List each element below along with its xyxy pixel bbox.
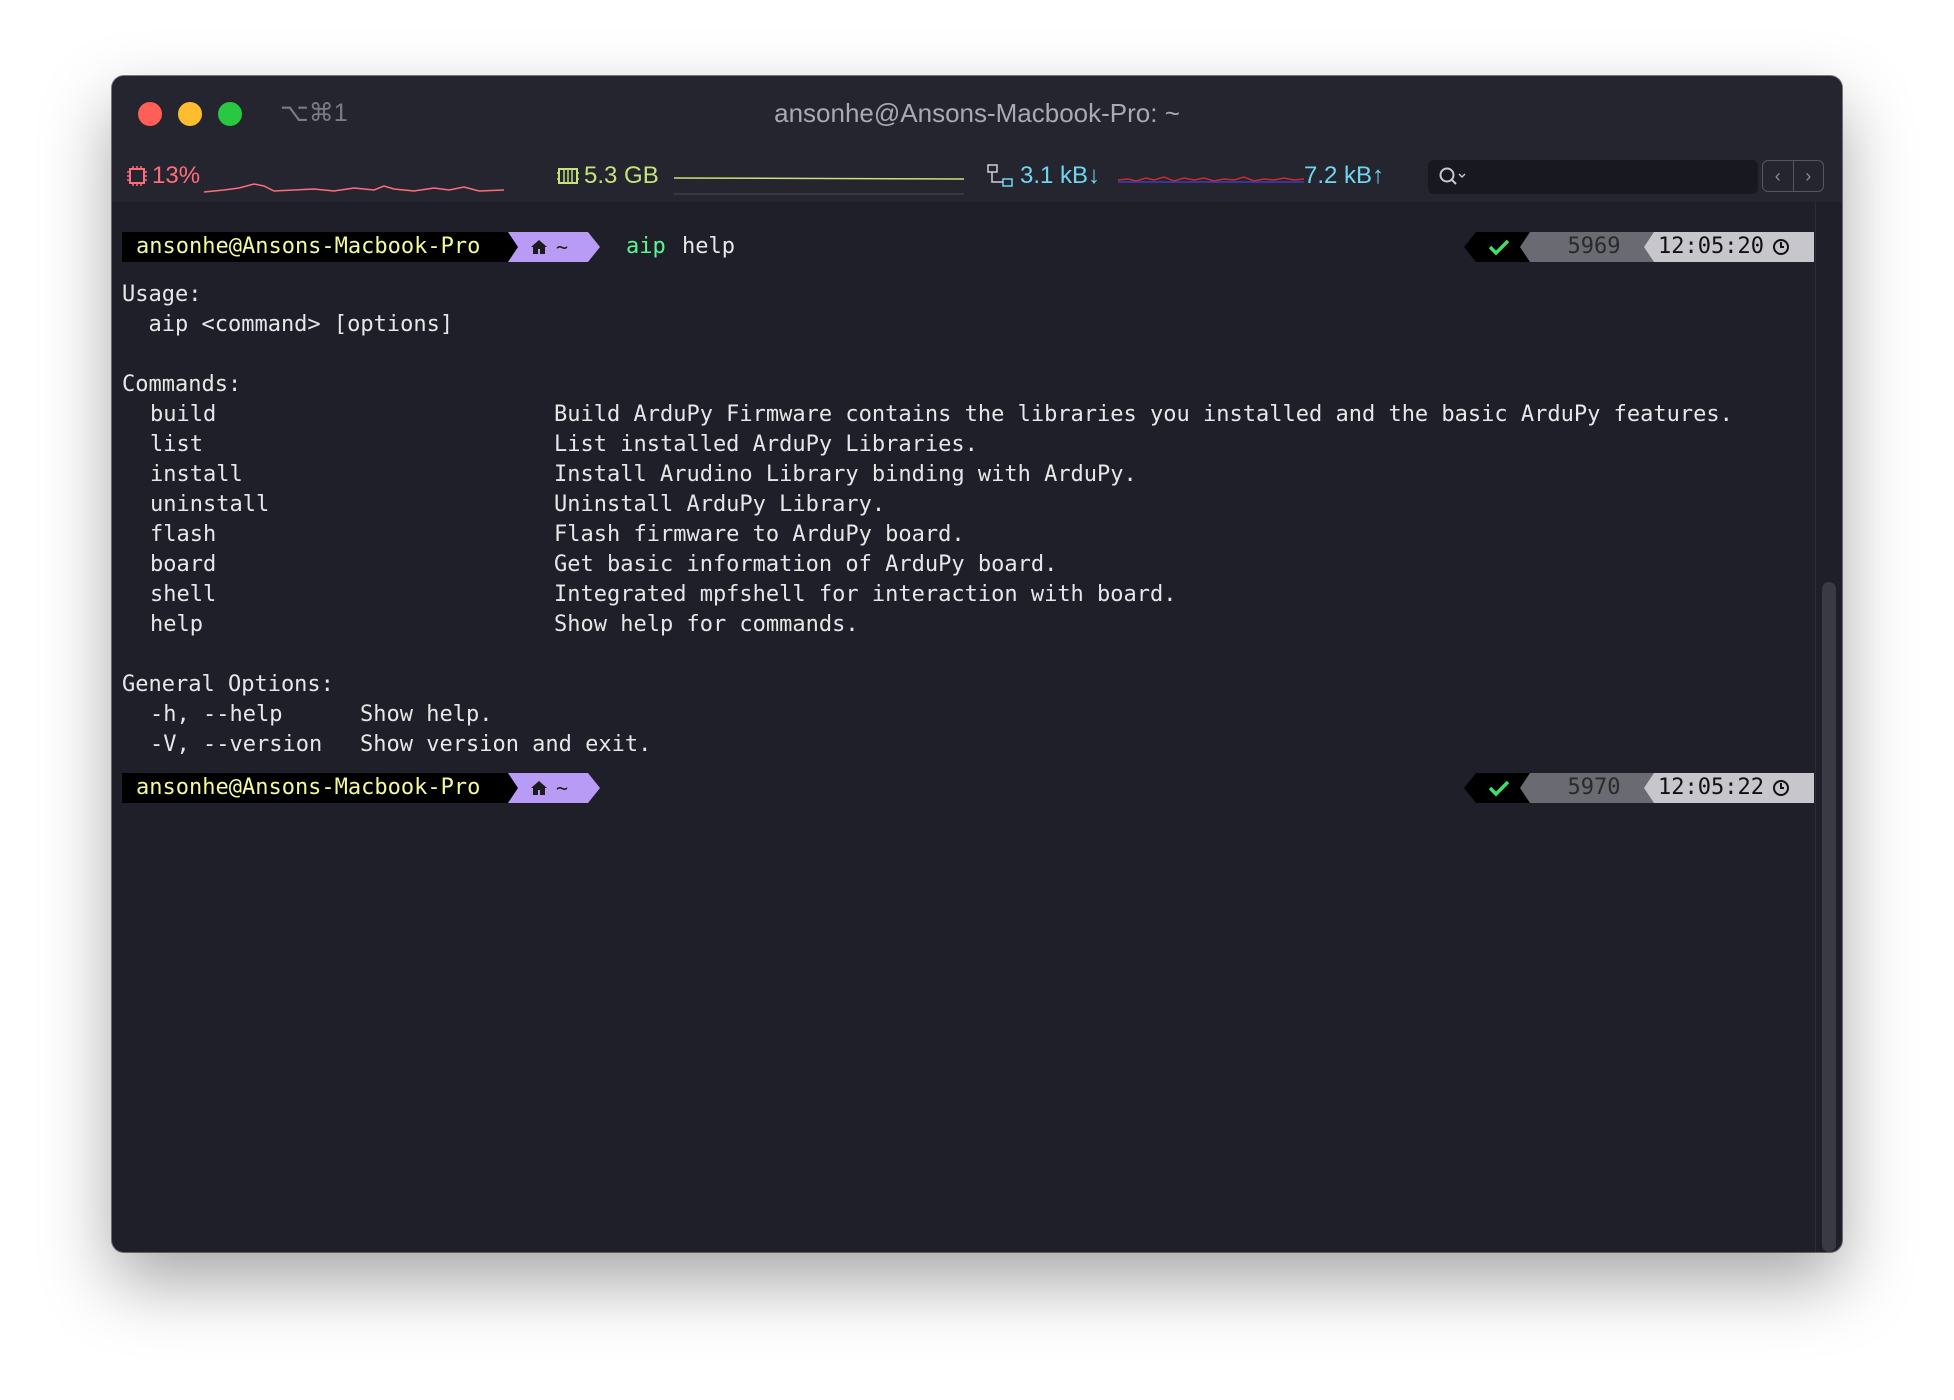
terminal-window: ⌥⌘1 ansonhe@Ansons-Macbook-Pro: ~ 13% 5.…: [112, 76, 1842, 1252]
find-nav-buttons: ‹ ›: [1762, 160, 1824, 192]
net-up-value: 7.2 kB↑: [1304, 162, 1385, 189]
history-number: 5970: [1567, 775, 1621, 800]
memory-graph: [674, 177, 964, 195]
usage-line: aip <command> [options]: [122, 312, 454, 337]
command-board-name: board: [150, 552, 217, 577]
prompt-line: ansonhe@Ansons-Macbook-Pro ~ aip help 59…: [122, 232, 1814, 262]
command-argument: help: [682, 234, 735, 259]
command-flash-name: flash: [150, 522, 217, 547]
command-install-name: install: [150, 462, 243, 487]
prompt-user: ansonhe@Ansons-Macbook-Pro: [122, 773, 510, 803]
options-header: General Options:: [122, 672, 334, 697]
prompt-dir-text: ~: [556, 776, 569, 800]
prompt-line: ansonhe@Ansons-Macbook-Pro ~ 5970 12:05:…: [122, 773, 1814, 803]
find-next-button[interactable]: ›: [1792, 161, 1824, 191]
prompt-time-text: 12:05:22: [1658, 775, 1764, 800]
cpu-status: 13%: [126, 162, 200, 190]
clock-icon: [1772, 239, 1789, 255]
cpu-chip-icon: [127, 166, 147, 186]
right-prompt: 5970 12:05:22: [1464, 773, 1814, 803]
command-list-desc: List installed ArduPy Libraries.: [554, 432, 978, 457]
option-help-name: -h, --help: [150, 702, 283, 727]
command-build-name: build: [150, 402, 217, 427]
prompt-time-text: 12:05:20: [1658, 234, 1764, 259]
network-icon: [987, 164, 1013, 187]
memory-value: 5.3 GB: [584, 162, 659, 189]
title-bar: ⌥⌘1 ansonhe@Ansons-Macbook-Pro: ~: [112, 76, 1842, 152]
network-graph: [1118, 176, 1304, 183]
command-shell-name: shell: [150, 582, 217, 607]
home-icon: [531, 781, 547, 795]
option-version-desc: Show version and exit.: [360, 732, 652, 757]
scroll-track: [1815, 202, 1816, 1252]
command-uninstall-desc: Uninstall ArduPy Library.: [554, 492, 886, 517]
history-number: 5969: [1567, 234, 1621, 259]
success-check-icon: [1488, 232, 1510, 262]
prompt-dir: ~: [530, 773, 568, 803]
prompt-time: 12:05:20: [1646, 232, 1790, 262]
memory-status: 5.3 GB: [556, 162, 659, 190]
find-previous-button[interactable]: ‹: [1763, 161, 1793, 191]
cpu-value: 13%: [152, 162, 201, 189]
window-title: ansonhe@Ansons-Macbook-Pro: ~: [774, 98, 1180, 128]
clock-icon: [1772, 780, 1789, 796]
prompt-time: 12:05:22: [1646, 773, 1790, 803]
usage-header: Usage:: [122, 282, 202, 307]
home-icon: [531, 240, 547, 254]
success-check-icon: [1488, 773, 1510, 803]
command-help-name: help: [150, 612, 203, 637]
command-shell-desc: Integrated mpfshell for interaction with…: [554, 582, 1177, 607]
terminal-output[interactable]: ansonhe@Ansons-Macbook-Pro ~ aip help 59…: [122, 202, 1814, 1252]
search-field[interactable]: [1428, 160, 1758, 194]
option-version-name: -V, --version: [150, 732, 323, 757]
memory-icon: [557, 168, 579, 184]
right-prompt: 5969 12:05:20: [1464, 232, 1814, 262]
command-board-desc: Get basic information of ArduPy board.: [554, 552, 1058, 577]
network-down-status: 3.1 kB↓: [986, 162, 1100, 190]
prompt-user: ansonhe@Ansons-Macbook-Pro: [122, 232, 510, 262]
command-flash-desc: Flash firmware to ArduPy board.: [554, 522, 965, 547]
net-down-value: 3.1 kB↓: [1020, 162, 1101, 189]
command-install-desc: Install Arudino Library binding with Ard…: [554, 462, 1137, 487]
prompt-dir: ~: [530, 232, 568, 262]
command-list-name: list: [150, 432, 203, 457]
option-help-desc: Show help.: [360, 702, 493, 727]
command-help-desc: Show help for commands.: [554, 612, 859, 637]
command-name: aip: [626, 234, 666, 259]
commands-header: Commands:: [122, 372, 242, 397]
command-uninstall-name: uninstall: [150, 492, 270, 517]
command-build-desc: Build ArduPy Firmware contains the libra…: [554, 402, 1733, 427]
search-icon: [1439, 167, 1466, 185]
scrollbar-thumb[interactable]: [1822, 582, 1836, 1252]
prompt-dir-text: ~: [556, 235, 569, 259]
network-up-status: 7.2 kB↑: [1304, 162, 1384, 190]
cpu-graph: [204, 183, 504, 193]
